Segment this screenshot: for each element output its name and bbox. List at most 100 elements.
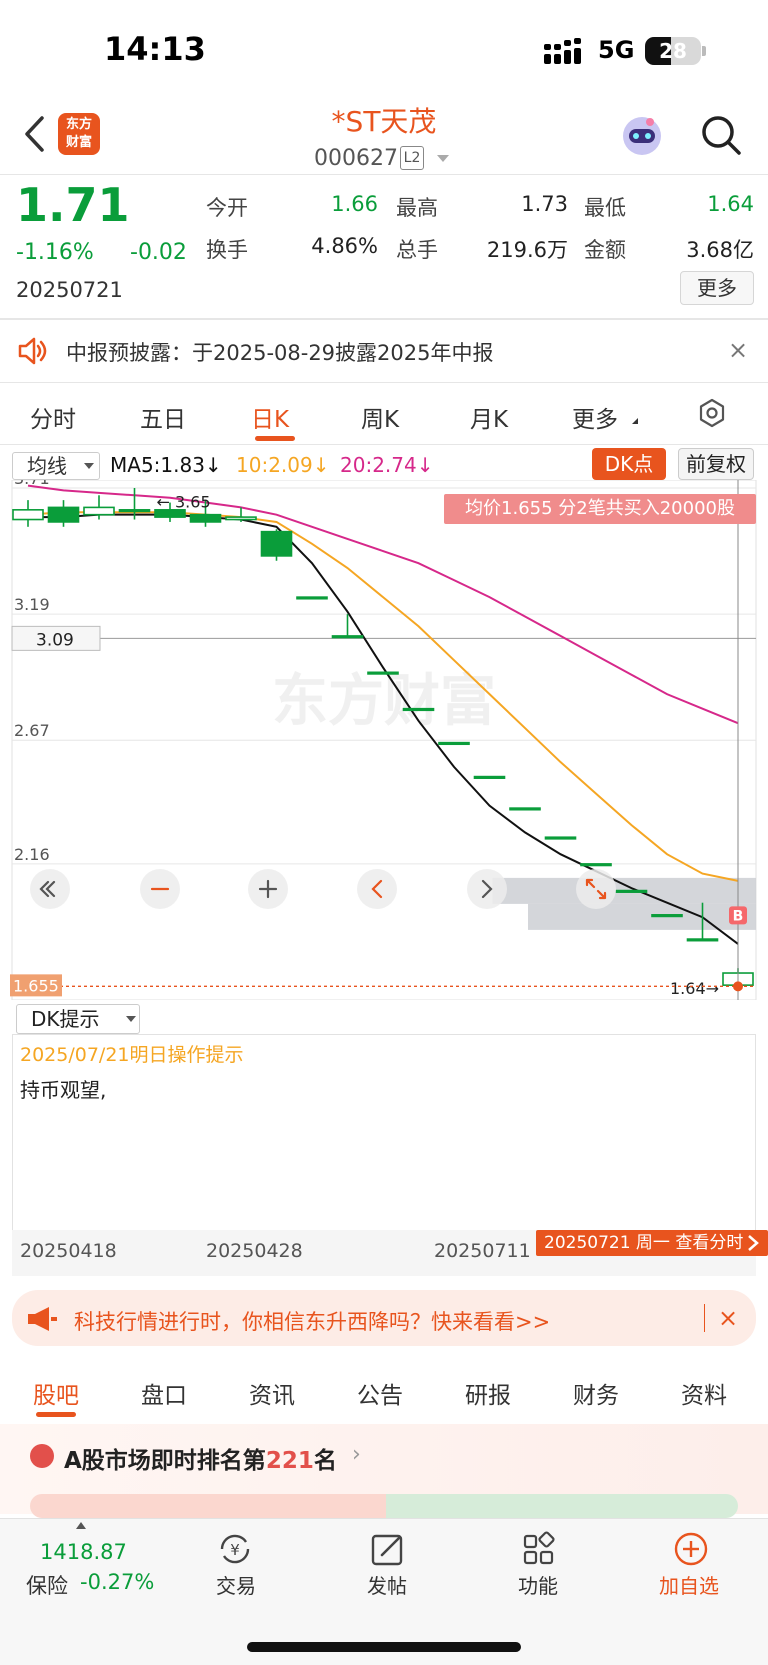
x-axis-label: 20250711 <box>434 1240 531 1262</box>
candle-body <box>47 506 80 523</box>
index-expand-icon[interactable] <box>76 1522 86 1529</box>
index-change[interactable]: -0.27% <box>80 1570 154 1594</box>
candle-body <box>580 863 612 867</box>
tab-announcement[interactable]: 公告 <box>357 1376 403 1410</box>
divider <box>0 382 768 383</box>
x-axis-label: 20250418 <box>20 1240 117 1262</box>
turnover-label: 换手 <box>206 238 248 262</box>
candle-body <box>83 506 115 516</box>
tab-weekly-k[interactable]: 周K <box>361 400 399 434</box>
tab-more-caret-icon <box>632 418 638 424</box>
ma20-value: 20:2.74↓ <box>340 453 434 477</box>
low-label: 最低 <box>584 196 626 220</box>
ma-select-caret-icon <box>84 463 94 469</box>
rank-text[interactable]: A股市场即时排名第221名 <box>64 1441 337 1475</box>
x-axis-label: 20250428 <box>206 1240 303 1262</box>
index-name[interactable]: 保险 <box>26 1570 68 1600</box>
yen-exchange-icon[interactable]: ¥ <box>216 1530 254 1568</box>
tab-monthly-k[interactable]: 月K <box>470 400 508 434</box>
view-fenshi-tag[interactable]: 20250721 周一 查看分时 <box>536 1230 768 1256</box>
cursor-dot <box>733 981 743 992</box>
rank-chart-icon <box>30 1444 54 1468</box>
candle-body <box>509 807 541 811</box>
change-amount: -0.02 <box>130 240 187 265</box>
notice-text[interactable]: 中报预披露：于2025-08-29披露2025年中报 <box>66 337 493 367</box>
promo-text[interactable]: 科技行情进行时，你相信东升西降吗？快来看看>> <box>74 1306 550 1336</box>
tab-news[interactable]: 资讯 <box>249 1376 295 1410</box>
buy-marker: B <box>733 908 744 924</box>
tab-five-day[interactable]: 五日 <box>140 400 186 434</box>
tab-finance[interactable]: 财务 <box>573 1376 619 1410</box>
nav-trade-label[interactable]: 交易 <box>216 1570 256 1599</box>
l2-badge[interactable]: L2 <box>400 146 424 170</box>
divider <box>0 174 768 175</box>
candle-body <box>686 938 719 942</box>
speaker-icon <box>18 337 47 365</box>
tab-daily-k[interactable]: 日K <box>251 400 289 434</box>
fullscreen-icon[interactable] <box>576 869 616 909</box>
crosshair-price: 3.09 <box>36 630 74 650</box>
zoom-in-icon[interactable] <box>248 869 288 909</box>
candle-body <box>296 596 328 600</box>
candle-body <box>189 513 222 523</box>
ma10-value: 10:2.09↓ <box>236 453 330 477</box>
cursor-price: 1.655 <box>13 976 59 995</box>
candle-body <box>118 509 151 513</box>
adjust-button[interactable]: 前复权 <box>678 448 754 480</box>
index-value[interactable]: 1418.87 <box>40 1540 127 1564</box>
zoom-out-icon[interactable] <box>140 869 180 909</box>
kline-chart[interactable]: 东方财富3.713.192.672.163.09← 3.651.64→1.655… <box>0 480 768 1000</box>
tab-more[interactable]: 更多 <box>572 400 618 434</box>
tab-research[interactable]: 研报 <box>465 1376 511 1410</box>
next-icon[interactable] <box>467 869 507 909</box>
search-icon[interactable] <box>700 114 742 156</box>
dk-band <box>528 903 756 930</box>
volume-value: 219.6万 <box>486 238 568 262</box>
tab-fenshi[interactable]: 分时 <box>30 400 76 434</box>
ai-assistant-icon[interactable] <box>620 114 664 158</box>
dk-point-button[interactable]: DK点 <box>592 448 666 480</box>
promo-close-icon[interactable]: × <box>718 1304 738 1332</box>
candle-body <box>12 509 44 521</box>
more-quote-button[interactable]: 更多 <box>680 271 754 305</box>
chart-watermark: 东方财富 <box>272 669 496 734</box>
nav-function-label[interactable]: 功能 <box>518 1570 558 1599</box>
code-dropdown-caret-icon[interactable] <box>437 155 449 162</box>
tab-guba[interactable]: 股吧 <box>33 1376 79 1410</box>
settings-gear-icon[interactable] <box>696 397 728 429</box>
quote-date: 20250721 <box>16 278 123 302</box>
edit-post-icon[interactable] <box>369 1530 407 1568</box>
dk-hint-select[interactable]: DK提示 <box>16 1004 140 1034</box>
network-type: 5G <box>598 36 635 64</box>
sentiment-bar-bear <box>386 1494 738 1518</box>
notice-close-icon[interactable]: × <box>728 336 748 364</box>
battery-icon: 28 <box>645 37 701 65</box>
nav-post-label[interactable]: 发帖 <box>367 1570 407 1599</box>
status-time: 14:13 <box>104 30 206 68</box>
rank-suffix: 名 <box>313 1448 337 1474</box>
grid-function-icon[interactable] <box>520 1530 558 1568</box>
high-label: 最高 <box>396 196 438 220</box>
candle-body <box>367 671 399 675</box>
candle-body <box>544 836 577 840</box>
stock-code[interactable]: 000627 <box>314 146 398 171</box>
candle-body <box>260 530 293 557</box>
tab-pankou[interactable]: 盘口 <box>141 1376 187 1410</box>
turnover-value: 4.86% <box>311 234 378 258</box>
rank-number: 221 <box>265 1448 314 1474</box>
y-tick-label: 2.67 <box>14 721 50 740</box>
divider <box>0 444 768 445</box>
open-label: 今开 <box>206 196 248 220</box>
plus-circle-icon[interactable] <box>672 1530 710 1568</box>
candle-body <box>651 914 683 918</box>
amount-label: 金额 <box>584 238 626 262</box>
chevron-right-icon <box>748 1235 759 1251</box>
nav-add-watchlist-label[interactable]: 加自选 <box>659 1570 719 1599</box>
prev-icon[interactable] <box>357 869 397 909</box>
home-indicator <box>247 1642 521 1652</box>
signal-icon <box>544 38 581 64</box>
open-value: 1.66 <box>331 192 378 216</box>
rewind-icon[interactable] <box>30 869 70 909</box>
tab-profile[interactable]: 资料 <box>681 1376 727 1410</box>
active-tab-underline <box>255 436 295 441</box>
